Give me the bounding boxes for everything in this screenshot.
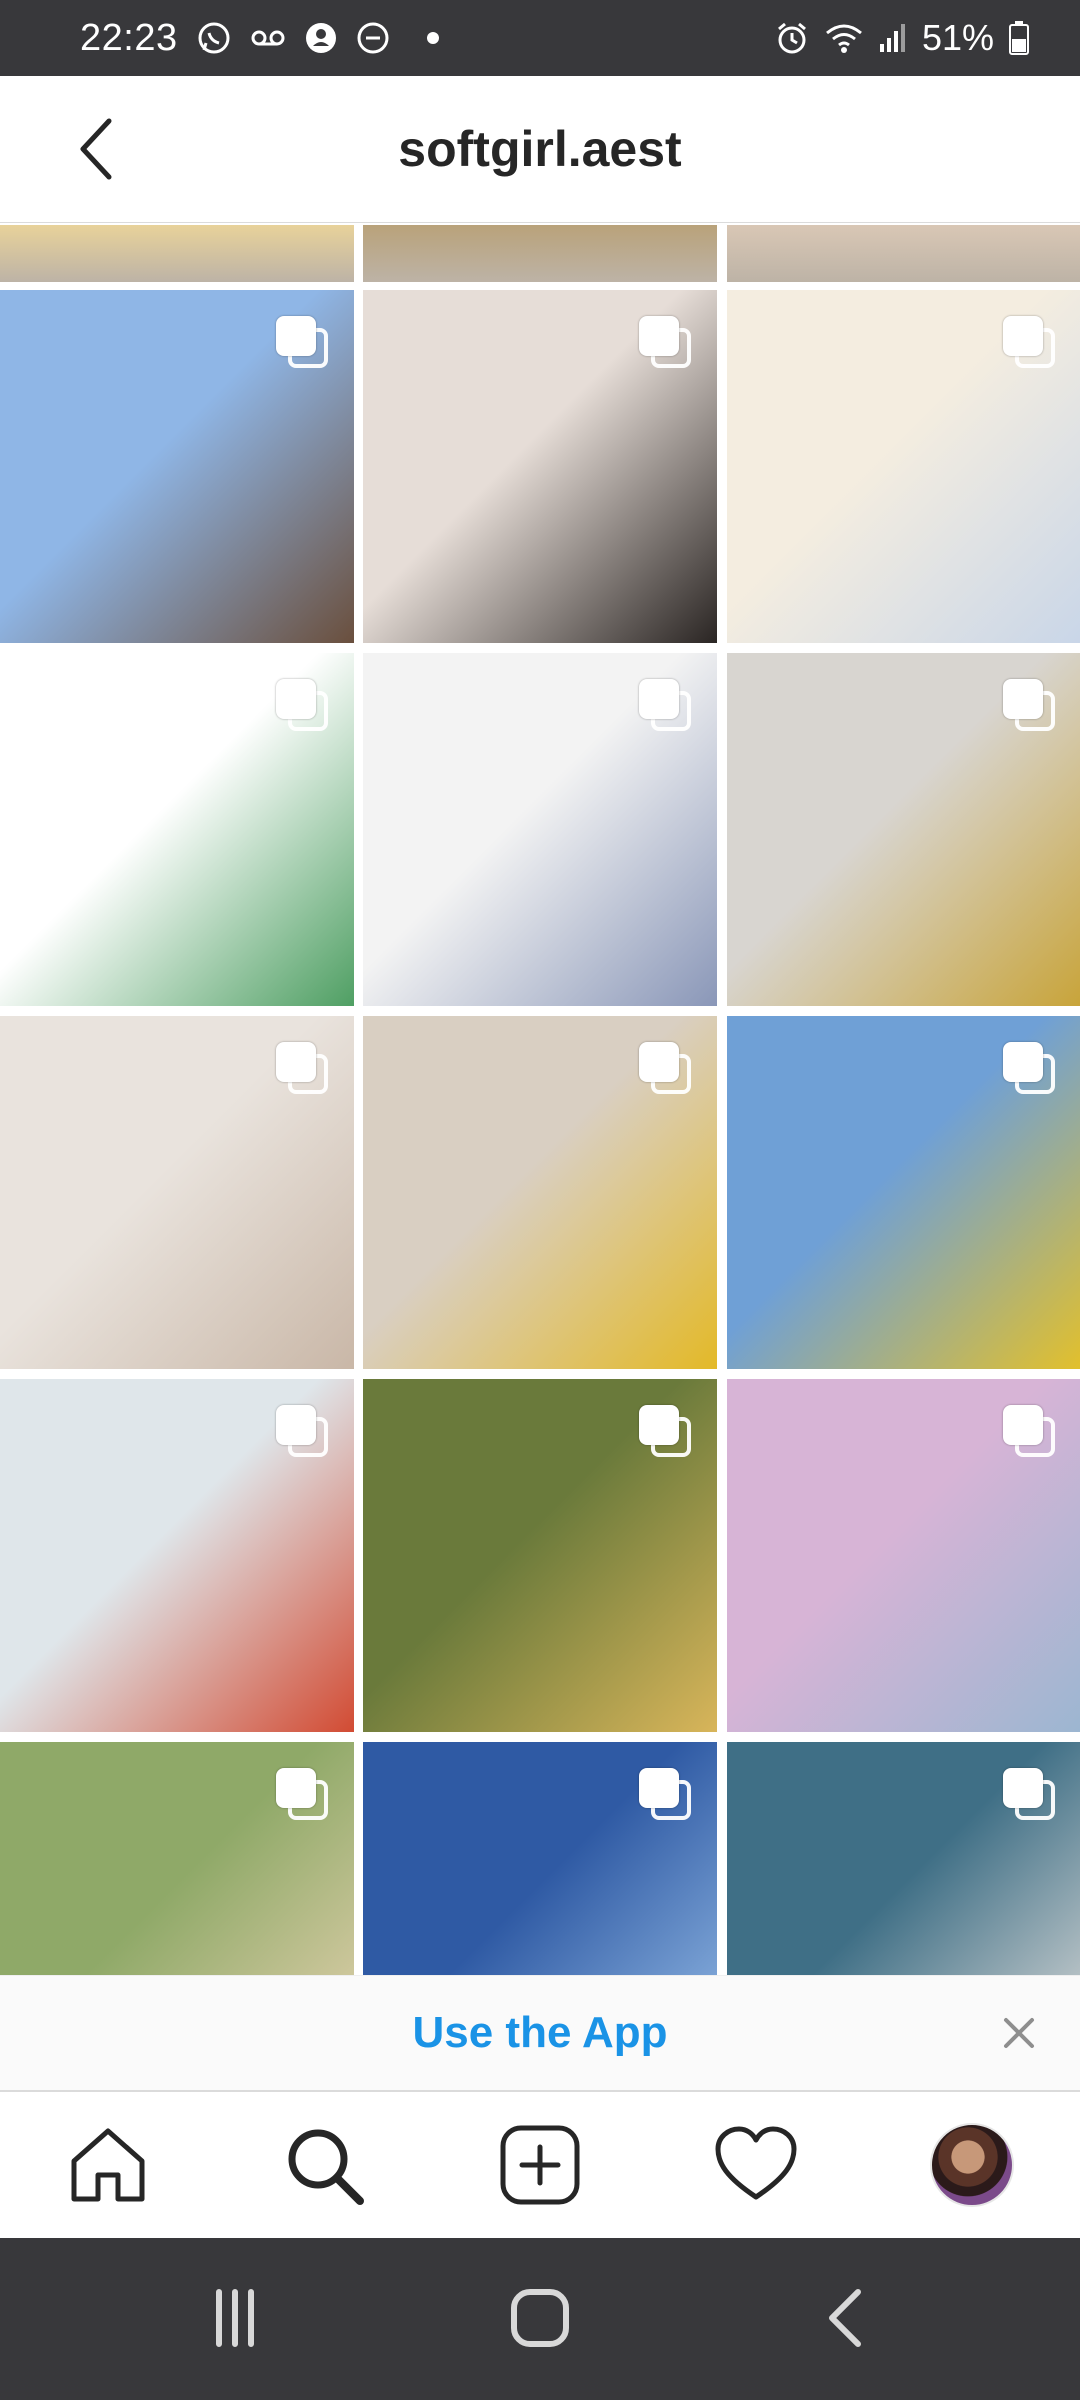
multiple-photos-icon (1003, 679, 1055, 731)
system-nav-bar (0, 2238, 1080, 2400)
nav-home[interactable] (53, 2110, 163, 2220)
use-the-app-link[interactable]: Use the App (0, 1976, 1080, 2090)
post-9[interactable] (727, 1016, 1080, 1369)
recent-apps-button[interactable] (190, 2278, 280, 2358)
bottom-nav (0, 2092, 1080, 2238)
post-partial-1[interactable] (0, 225, 354, 282)
wifi-icon (824, 21, 864, 55)
back-icon (829, 2289, 861, 2347)
whatsapp-icon (196, 20, 232, 56)
multiple-photos-icon (639, 316, 691, 368)
nav-new-post[interactable] (485, 2110, 595, 2220)
multiple-photos-icon (276, 1042, 328, 1094)
clock: 22:23 (80, 16, 178, 59)
do-not-disturb-icon (356, 21, 390, 55)
post-5[interactable] (363, 653, 717, 1006)
multiple-photos-icon (1003, 316, 1055, 368)
nav-activity[interactable] (701, 2110, 811, 2220)
post-2[interactable] (363, 290, 717, 643)
profile-avatar (930, 2123, 1014, 2207)
home-system-button[interactable] (495, 2278, 585, 2358)
signal-icon (878, 22, 908, 54)
multiple-photos-icon (639, 679, 691, 731)
post-7[interactable] (0, 1016, 354, 1369)
post-12[interactable] (727, 1379, 1080, 1732)
page-title: softgirl.aest (398, 121, 682, 177)
post-8[interactable] (363, 1016, 717, 1369)
home-button-icon (511, 2289, 569, 2347)
multiple-photos-icon (639, 1768, 691, 1820)
multiple-photos-icon (276, 316, 328, 368)
voicemail-icon (250, 26, 286, 50)
use-app-banner: Use the App (0, 1975, 1080, 2093)
post-partial-2[interactable] (363, 225, 717, 282)
search-icon (288, 2129, 364, 2205)
close-icon (1004, 2018, 1034, 2048)
battery-percent: 51% (921, 17, 994, 58)
multiple-photos-icon (276, 679, 328, 731)
new-post-icon (500, 2125, 580, 2205)
multiple-photos-icon (639, 1405, 691, 1457)
multiple-photos-icon (1003, 1768, 1055, 1820)
post-14[interactable] (363, 1742, 717, 1975)
post-1[interactable] (0, 290, 354, 643)
post-10[interactable] (0, 1379, 354, 1732)
multiple-photos-icon (639, 1042, 691, 1094)
multiple-photos-icon (1003, 1042, 1055, 1094)
post-3[interactable] (727, 290, 1080, 643)
photo-grid (0, 225, 1080, 1975)
nav-search[interactable] (269, 2110, 379, 2220)
post-partial-3[interactable] (727, 225, 1080, 282)
home-icon (71, 2128, 145, 2202)
battery-icon (1008, 20, 1030, 56)
system-back-button[interactable] (800, 2278, 890, 2358)
alarm-icon (774, 20, 810, 56)
post-13[interactable] (0, 1742, 354, 1975)
profile-header: softgirl.aest (0, 76, 1080, 223)
close-banner-button[interactable] (992, 2006, 1046, 2060)
post-6[interactable] (727, 653, 1080, 1006)
recent-apps-icon (216, 2289, 254, 2347)
activity-heart-icon (715, 2126, 797, 2200)
multiple-photos-icon (276, 1768, 328, 1820)
post-4[interactable] (0, 653, 354, 1006)
multiple-photos-icon (1003, 1405, 1055, 1457)
multiple-photos-icon (276, 1405, 328, 1457)
status-bar: 22:23 51% (0, 0, 1080, 76)
post-11[interactable] (363, 1379, 717, 1732)
nav-profile[interactable] (917, 2110, 1027, 2220)
account-icon (304, 21, 338, 55)
dot-icon (426, 31, 440, 45)
post-15[interactable] (727, 1742, 1080, 1975)
